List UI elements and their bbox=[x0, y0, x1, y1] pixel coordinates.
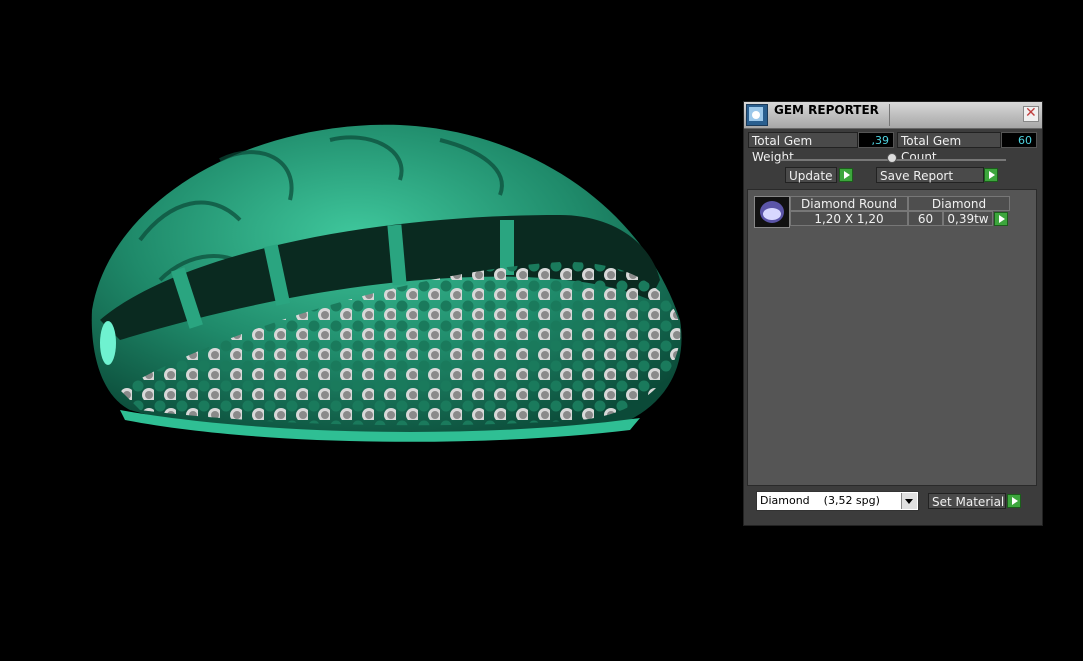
material-select[interactable]: Diamond (3,52 spg) bbox=[756, 491, 919, 511]
chevron-down-icon[interactable] bbox=[901, 493, 917, 509]
ring-model-render[interactable] bbox=[0, 0, 740, 658]
save-report-button[interactable]: Save Report bbox=[876, 167, 984, 183]
gem-count-cell[interactable]: 60 bbox=[908, 211, 943, 226]
total-gem-weight-value: ,39 bbox=[858, 132, 894, 148]
update-arrow-icon[interactable] bbox=[839, 168, 853, 182]
gem-size-cell[interactable]: 1,20 X 1,20 bbox=[790, 211, 908, 226]
gem-list: Diamond Round Diamond 1,20 X 1,20 60 0,3… bbox=[747, 189, 1037, 486]
gem-material-cell[interactable]: Diamond bbox=[908, 196, 1010, 211]
3d-viewport[interactable] bbox=[0, 0, 740, 658]
close-icon: ✕ bbox=[1025, 105, 1037, 121]
close-button[interactable]: ✕ bbox=[1023, 105, 1039, 122]
material-select-value: Diamond (3,52 spg) bbox=[760, 494, 880, 507]
panel-title: GEM REPORTER bbox=[774, 103, 879, 117]
save-report-arrow-icon[interactable] bbox=[984, 168, 998, 182]
set-material-arrow-icon[interactable] bbox=[1007, 494, 1021, 508]
total-gem-count-label: Total Gem Count bbox=[897, 132, 1001, 164]
update-button[interactable]: Update bbox=[785, 167, 837, 183]
total-gem-weight-label: Total Gem Weight bbox=[748, 132, 858, 164]
slider-handle[interactable] bbox=[887, 153, 897, 163]
gem-row-arrow-icon[interactable] bbox=[994, 212, 1008, 226]
gem-reporter-panel: GEM REPORTER ✕ Total Gem Weight ,39 Tota… bbox=[743, 101, 1043, 526]
gem-reporter-icon bbox=[746, 104, 768, 126]
title-separator bbox=[889, 104, 890, 126]
total-gem-count-value: 60 bbox=[1001, 132, 1037, 148]
set-material-button[interactable]: Set Material bbox=[928, 493, 1006, 509]
gem-thumbnail[interactable] bbox=[754, 196, 790, 228]
panel-titlebar[interactable]: GEM REPORTER ✕ bbox=[744, 102, 1042, 129]
gem-weight-cell[interactable]: 0,39tw bbox=[943, 211, 993, 226]
gem-shape-cell[interactable]: Diamond Round bbox=[790, 196, 908, 211]
